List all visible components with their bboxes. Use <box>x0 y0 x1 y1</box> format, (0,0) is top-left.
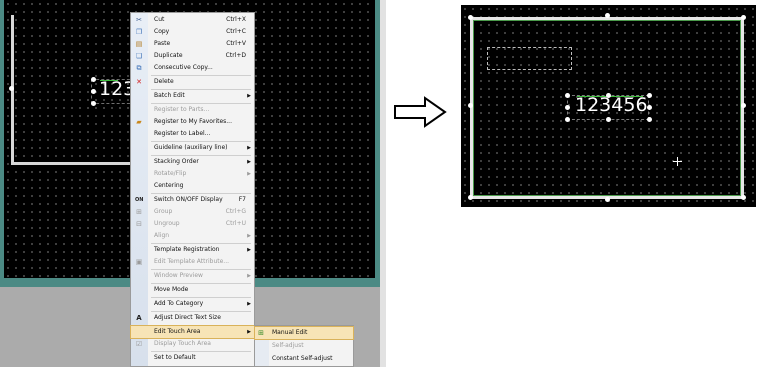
menu-item-align[interactable]: Align ▶ <box>131 230 254 242</box>
menu-item-move-mode[interactable]: Move Mode <box>131 284 254 296</box>
touch-area-handle[interactable] <box>468 103 473 108</box>
menu-item-edit-touch-area[interactable]: Edit Touch Area ▶ <box>130 325 255 339</box>
menu-item-group[interactable]: ⊞ Group Ctrl+G <box>131 206 254 218</box>
menu-item-paste[interactable]: ▤ Paste Ctrl+V <box>131 38 254 50</box>
dashed-placeholder-box <box>487 47 572 70</box>
vertical-scrollbar[interactable] <box>380 0 386 367</box>
text-handle[interactable] <box>91 89 96 94</box>
menu-item-register-to-label[interactable]: Register to Label... <box>131 128 254 140</box>
selection-handle[interactable] <box>9 86 14 91</box>
text-handle[interactable] <box>91 101 96 106</box>
menu-item-register-to-parts[interactable]: Register to Parts... <box>131 104 254 116</box>
duplicate-icon: ❏ <box>135 52 143 60</box>
green-marker <box>100 80 118 81</box>
menu-item-edit-template-attribute[interactable]: ▣ Edit Template Attribute... <box>131 256 254 268</box>
menu-item-set-to-default[interactable]: Set to Default <box>131 352 254 364</box>
menu-item-copy[interactable]: ❐ Copy Ctrl+C <box>131 26 254 38</box>
submenu-item-self-adjust[interactable]: Self-adjust <box>255 340 353 352</box>
menu-item-delete[interactable]: ✕ Delete <box>131 76 254 88</box>
text-handle[interactable] <box>91 77 96 82</box>
text-size-icon: A <box>136 314 142 322</box>
submenu-arrow-icon: ▶ <box>247 301 251 307</box>
delete-icon: ✕ <box>136 78 142 86</box>
favorites-icon: ▰ <box>136 118 142 126</box>
text-handle[interactable] <box>606 93 611 98</box>
submenu-arrow-icon: ▶ <box>247 93 251 99</box>
text-handle[interactable] <box>565 105 570 110</box>
menu-item-batch-edit[interactable]: Batch Edit ▶ <box>131 90 254 102</box>
touch-area-handle[interactable] <box>468 195 473 200</box>
consecutive-copy-icon: ⧉ <box>136 64 142 72</box>
context-menu: ✂ Cut Ctrl+X ❐ Copy Ctrl+C ▤ Paste Ctrl+… <box>130 12 255 367</box>
menu-item-switch-on-off-display[interactable]: ON Switch ON/OFF Display F7 <box>131 194 254 206</box>
menu-item-template-registration[interactable]: Template Registration ▶ <box>131 244 254 256</box>
right-arrow-icon <box>394 96 447 128</box>
text-handle[interactable] <box>565 93 570 98</box>
submenu-arrow-icon: ▶ <box>247 171 251 177</box>
menu-item-centering[interactable]: Centering <box>131 180 254 192</box>
submenu-arrow-icon: ▶ <box>247 247 251 253</box>
display-touch-icon: ☑ <box>135 340 143 348</box>
touch-area-handle[interactable] <box>605 13 610 18</box>
submenu-item-manual-edit[interactable]: ⊞ Manual Edit <box>254 326 354 340</box>
submenu-arrow-icon: ▶ <box>247 329 251 335</box>
menu-item-register-to-favorites[interactable]: ▰ Register to My Favorites... <box>131 116 254 128</box>
submenu-arrow-icon: ▶ <box>247 273 251 279</box>
group-icon: ⊞ <box>136 208 142 216</box>
right-screen-canvas[interactable]: 123456 <box>461 5 756 207</box>
crosshair-cursor-icon <box>673 157 682 166</box>
touch-area-handle[interactable] <box>741 195 746 200</box>
text-handle[interactable] <box>647 105 652 110</box>
manual-edit-icon: ⊞ <box>258 329 264 337</box>
submenu-arrow-icon: ▶ <box>247 159 251 165</box>
paste-icon: ▤ <box>135 40 143 48</box>
text-handle[interactable] <box>647 117 652 122</box>
menu-item-stacking-order[interactable]: Stacking Order ▶ <box>131 156 254 168</box>
menu-item-add-to-category[interactable]: Add To Category ▶ <box>131 298 254 310</box>
menu-item-window-preview[interactable]: Window Preview ▶ <box>131 270 254 282</box>
menu-item-consecutive-copy[interactable]: ⧉ Consecutive Copy... <box>131 62 254 74</box>
text-handle[interactable] <box>565 117 570 122</box>
template-icon: ▣ <box>135 258 143 266</box>
touch-area-submenu: ⊞ Manual Edit Self-adjust Constant Self-… <box>254 325 354 367</box>
scissors-icon: ✂ <box>136 16 142 24</box>
numeric-text: 123456 <box>575 94 648 116</box>
submenu-arrow-icon: ▶ <box>247 145 251 151</box>
menu-item-adjust-direct-text-size[interactable]: A Adjust Direct Text Size <box>131 312 254 324</box>
submenu-arrow-icon: ▶ <box>247 233 251 239</box>
touch-area-handle[interactable] <box>468 15 473 20</box>
menu-item-cut[interactable]: ✂ Cut Ctrl+X <box>131 14 254 26</box>
text-handle[interactable] <box>606 117 611 122</box>
menu-item-ungroup[interactable]: ⊟ Ungroup Ctrl+U <box>131 218 254 230</box>
submenu-item-constant-self-adjust[interactable]: Constant Self-adjust <box>255 353 353 365</box>
touch-area-handle[interactable] <box>741 103 746 108</box>
touch-area-handle[interactable] <box>741 15 746 20</box>
menu-item-rotate-flip[interactable]: Rotate/Flip ▶ <box>131 168 254 180</box>
ungroup-icon: ⊟ <box>136 220 142 228</box>
menu-item-guideline[interactable]: Guideline (auxiliary line) ▶ <box>131 142 254 154</box>
copy-icon: ❐ <box>135 28 143 36</box>
text-handle[interactable] <box>647 93 652 98</box>
on-icon: ON <box>135 197 144 203</box>
menu-item-display-touch-area[interactable]: ☑ Display Touch Area <box>131 338 254 350</box>
touch-area-handle[interactable] <box>605 197 610 202</box>
menu-item-duplicate[interactable]: ❏ Duplicate Ctrl+D <box>131 50 254 62</box>
